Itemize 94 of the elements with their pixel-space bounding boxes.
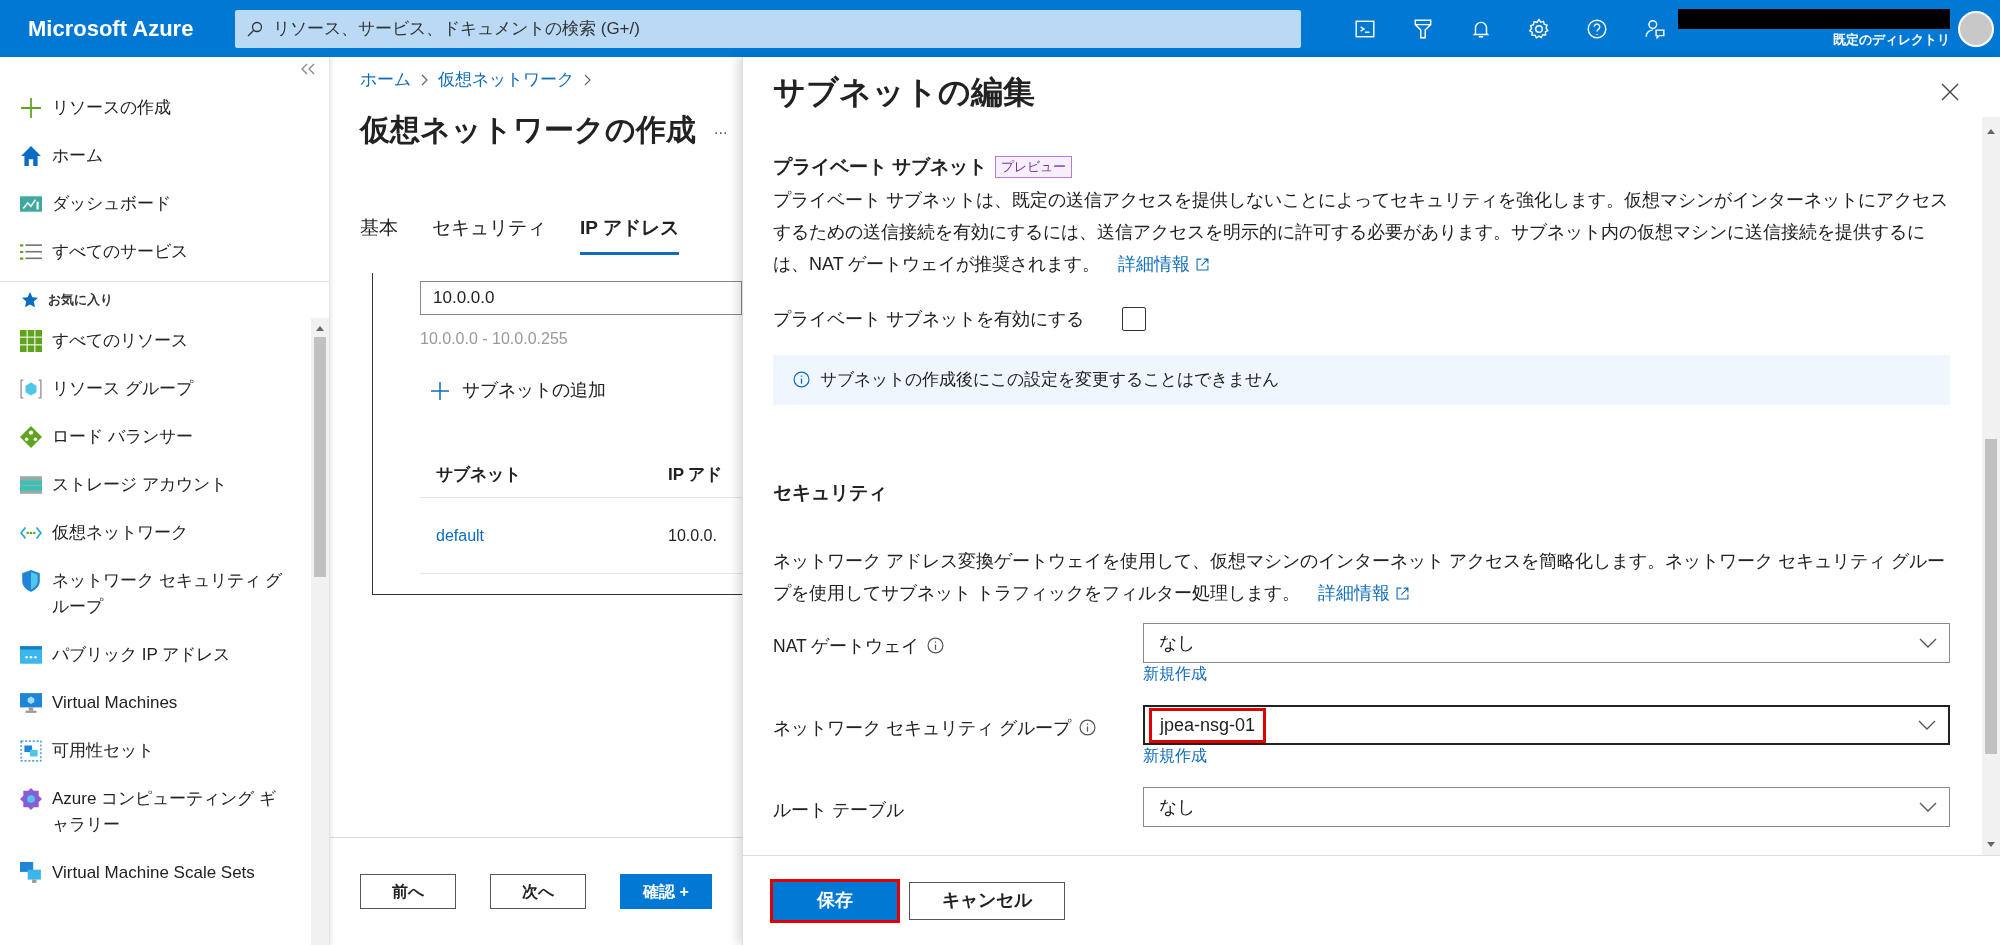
chevron-down-icon xyxy=(1918,720,1936,730)
search-icon xyxy=(247,20,263,37)
add-subnet-button[interactable]: サブネットの追加 xyxy=(430,377,606,404)
sidebar-item[interactable]: ネットワーク セキュリティ グループ xyxy=(52,567,291,620)
chevron-down-icon xyxy=(1919,802,1937,812)
description: プライベート サブネットは、既定の送信アクセスを提供しないことによってセキュリティを強化します。仮想マシンがインターネットにアクセスするための送信接続を有効にするには、送信アクセスを明示的に許可する必要があります。サブネット内の仮想マシンに送信接続を提供するには、NAT ゲートウェイが推奨されます。 詳細情報 xyxy=(773,188,1949,276)
scroll-up-icon[interactable] xyxy=(1987,129,1995,134)
scrollbar[interactable] xyxy=(1982,117,2000,855)
learn-more-link[interactable]: 詳細情報 xyxy=(1318,583,1409,603)
collapse-icon[interactable] xyxy=(301,63,315,75)
star-icon xyxy=(22,291,38,308)
dropdown[interactable]: なし xyxy=(1143,787,1950,827)
description: ネットワーク アドレス変換ゲートウェイを使用して、仮想マシンのインターネット アクセスを簡略化します。ネットワーク セキュリティ グループを使用してサブネット トラフィックをフィルター処理します。 詳細情報 xyxy=(773,550,1946,605)
list-icon xyxy=(20,241,42,263)
save-button[interactable]: 保存 xyxy=(773,881,897,920)
sidebar-item[interactable]: パブリック IP アドレス xyxy=(52,641,231,668)
plus-icon xyxy=(430,380,450,401)
table-cell-text: 10.0.0. xyxy=(668,525,717,546)
sidebar-item[interactable]: リソース グループ xyxy=(52,375,193,402)
checkbox-label: プライベート サブネットを有効にする xyxy=(773,307,1084,331)
column-header: IP アド xyxy=(668,463,723,486)
grid-icon xyxy=(20,329,42,352)
monitors-icon xyxy=(20,861,42,884)
avatar[interactable] xyxy=(1958,10,1994,47)
scroll-up-icon[interactable] xyxy=(316,325,324,331)
tab[interactable]: IP アドレス xyxy=(580,213,679,255)
chevron-down-icon xyxy=(1919,638,1937,648)
section-heading: セキュリティ xyxy=(773,480,888,505)
scrollbar[interactable] xyxy=(311,317,329,945)
nav-button[interactable]: 前へ xyxy=(360,874,456,909)
favorites-heading: お気に入り xyxy=(48,291,113,309)
create-new-link[interactable]: 新規作成 xyxy=(1143,663,1207,685)
preview-badge: プレビュー xyxy=(995,156,1073,179)
plus-icon xyxy=(20,97,42,119)
page-title: 仮想ネットワークの作成 xyxy=(360,111,696,148)
field-label: NAT ゲートウェイ xyxy=(773,635,920,658)
address-icon xyxy=(20,643,42,666)
scroll-thumb[interactable] xyxy=(314,336,326,577)
sidebar-item[interactable]: 仮想ネットワーク xyxy=(52,519,188,546)
storage-icon xyxy=(20,473,42,496)
sidebar-item[interactable]: 可用性セット xyxy=(52,737,154,764)
sidebar-item[interactable]: ロード バランサー xyxy=(52,423,193,450)
info-text: サブネットの作成後にこの設定を変更することはできません xyxy=(820,368,1279,391)
sidebar-item[interactable]: リソースの作成 xyxy=(52,95,171,121)
breadcrumb-link[interactable]: 仮想ネットワーク xyxy=(438,67,574,93)
diamond-icon xyxy=(20,425,42,448)
cancel-button[interactable]: キャンセル xyxy=(909,881,1065,920)
scroll-thumb[interactable] xyxy=(1985,439,1997,754)
column-header: サブネット xyxy=(435,463,522,486)
address-range: 10.0.0.0 - 10.0.0.255 xyxy=(420,329,569,349)
sidebar-item[interactable]: ダッシュボード xyxy=(52,191,171,217)
dropdown-value: jpea-nsg-01 xyxy=(1149,707,1267,743)
search-field[interactable]: リソース、サービス、ドキュメントの検索 (G+/) xyxy=(235,9,1301,48)
breadcrumb-link[interactable]: ホーム xyxy=(360,67,411,93)
address-input[interactable]: 10.0.0.0 xyxy=(420,281,742,315)
field-label: ネットワーク セキュリティ グループ xyxy=(773,717,1071,740)
brand-name[interactable]: Microsoft Azure xyxy=(0,12,235,45)
tab[interactable]: 基本 xyxy=(360,213,398,255)
cube-icon xyxy=(20,377,42,400)
info-icon xyxy=(793,371,810,388)
sidebar-item[interactable]: ホーム xyxy=(52,143,103,169)
shield-icon xyxy=(20,569,42,592)
more-button[interactable]: ... xyxy=(714,117,728,141)
subnet-link[interactable]: default xyxy=(420,523,668,548)
squares-icon xyxy=(20,739,42,762)
chart-icon xyxy=(20,193,42,215)
nav-button[interactable]: 確認 + xyxy=(619,874,712,909)
sidebar-item[interactable]: Virtual Machine Scale Sets xyxy=(52,859,255,886)
panel-title: サブネットの編集 xyxy=(773,73,1035,112)
dropdown-value: なし xyxy=(1158,631,1196,655)
external-link-icon xyxy=(1196,257,1210,271)
nav-button[interactable]: 次へ xyxy=(489,874,586,909)
monitor-icon xyxy=(20,691,42,714)
gear-icon xyxy=(20,787,42,810)
directory-name[interactable]: 既定のディレクトリ xyxy=(1833,30,1950,49)
external-link-icon xyxy=(1396,587,1409,600)
scroll-down-icon[interactable] xyxy=(1987,842,1995,847)
dropdown[interactable]: jpea-nsg-01 xyxy=(1143,705,1950,745)
sidebar-item[interactable]: Virtual Machines xyxy=(52,689,178,716)
chevron-right-icon xyxy=(584,73,591,86)
chevron-right-icon xyxy=(421,73,428,86)
house-icon xyxy=(20,145,42,167)
field-label: ルート テーブル xyxy=(773,799,904,822)
dropdown-value: なし xyxy=(1158,795,1196,819)
sidebar-item[interactable]: ストレージ アカウント xyxy=(52,471,227,498)
dropdown[interactable]: なし xyxy=(1143,623,1950,663)
create-new-link[interactable]: 新規作成 xyxy=(1143,745,1207,767)
checkbox[interactable] xyxy=(1122,307,1146,331)
learn-more-link[interactable]: 詳細情報 xyxy=(1118,253,1210,274)
section-heading: プライベート サブネット xyxy=(773,155,988,179)
tab[interactable]: セキュリティ xyxy=(432,213,546,255)
sidebar-item[interactable]: すべてのサービス xyxy=(52,239,188,265)
sidebar-item[interactable]: すべてのリソース xyxy=(52,327,188,354)
sidebar-item[interactable]: Azure コンピューティング ギャラリー xyxy=(52,785,291,838)
